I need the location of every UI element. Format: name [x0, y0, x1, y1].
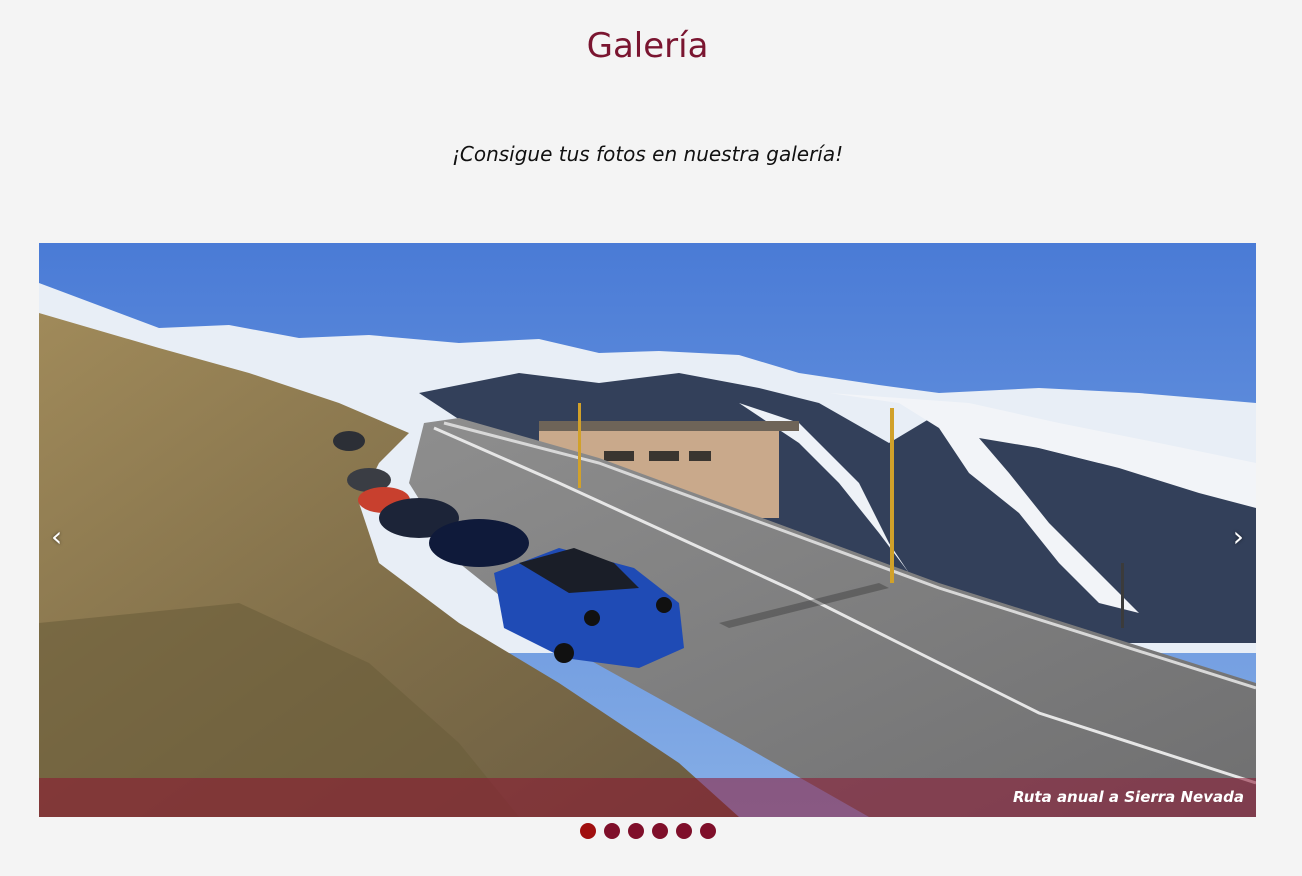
gallery-subtitle: ¡Consigue tus fotos en nuestra galería!	[451, 142, 844, 166]
carousel-dot-3[interactable]	[628, 823, 644, 839]
carousel-dot-5[interactable]	[676, 823, 692, 839]
carousel-next-button[interactable]: ›	[1233, 523, 1244, 551]
slide-caption: Ruta anual a Sierra Nevada	[1013, 788, 1244, 806]
slide-photo	[39, 243, 1256, 817]
carousel-indicators	[580, 823, 716, 839]
gallery-carousel[interactable]: ‹ › Ruta anual a Sierra Nevada	[39, 243, 1256, 817]
page-title: Galería	[586, 26, 709, 66]
carousel-dot-4[interactable]	[652, 823, 668, 839]
carousel-dot-2[interactable]	[604, 823, 620, 839]
carousel-dot-6[interactable]	[700, 823, 716, 839]
carousel-prev-button[interactable]: ‹	[51, 523, 62, 551]
carousel-dot-1[interactable]	[580, 823, 596, 839]
